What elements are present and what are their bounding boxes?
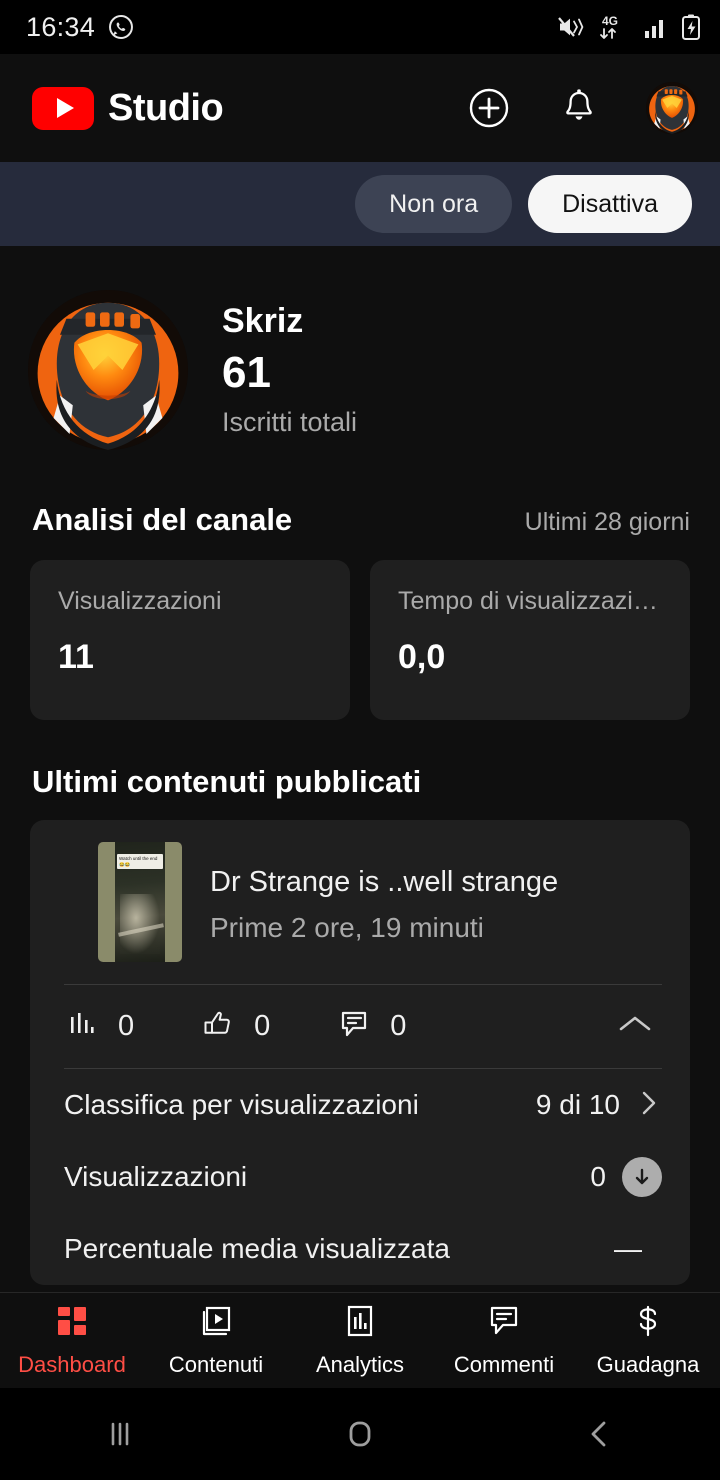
- create-icon[interactable]: [466, 85, 512, 131]
- nav-item-guadagna[interactable]: Guadagna: [576, 1303, 720, 1378]
- youtube-logo: [32, 86, 94, 130]
- detail-value: 9 di 10: [535, 1089, 620, 1120]
- stat-value: 0: [390, 1010, 407, 1042]
- metric-value: 11: [58, 638, 94, 676]
- channel-avatar-large[interactable]: [28, 290, 188, 450]
- disable-button[interactable]: Disattiva: [528, 175, 692, 233]
- status-time: 16:34: [26, 11, 96, 42]
- system-navigation-bar: [0, 1388, 720, 1480]
- dashboard-grid-icon: [54, 1303, 90, 1344]
- analytics-header: Analisi del canale Ultimi 28 giorni: [0, 484, 720, 560]
- video-subtitle: Prime 2 ore, 19 minuti: [210, 912, 484, 944]
- impressions-bars-icon: [66, 1007, 100, 1046]
- latest-content-header: Ultimi contenuti pubblicati: [0, 720, 720, 820]
- thumbnail-caption: Watch until the end 😂😂: [117, 854, 163, 870]
- detail-row-views[interactable]: Visualizzazioni 0: [30, 1141, 690, 1213]
- metric-label: Visualizzazioni: [58, 587, 222, 615]
- detail-label: Percentuale media visualizzata: [64, 1233, 450, 1264]
- comment-icon: [336, 1006, 372, 1047]
- latest-content-title: Ultimi contenuti pubblicati: [32, 764, 422, 799]
- video-meta: Dr Strange is ..well strange Prime 2 ore…: [210, 842, 660, 945]
- video-thumbnail[interactable]: Watch until the end 😂😂: [98, 842, 182, 962]
- metric-card-views[interactable]: Visualizzazioni 11: [30, 560, 350, 720]
- detail-label: Visualizzazioni: [64, 1161, 248, 1192]
- back-icon[interactable]: [480, 1413, 720, 1455]
- status-bar-right: 4G: [557, 12, 702, 42]
- nav-label: Commenti: [453, 1352, 555, 1377]
- app-title: Studio: [108, 86, 224, 129]
- stat-value: 0: [254, 1010, 271, 1042]
- subscriber-count: 61: [222, 348, 271, 398]
- channel-summary[interactable]: Skriz 61 Iscritti totali: [0, 246, 720, 484]
- metric-card-row: Visualizzazioni 11 Tempo di visualizzazi…: [0, 560, 720, 720]
- metric-value: 0,0: [398, 638, 446, 676]
- metric-label: Tempo di visualizzazi…: [398, 587, 658, 615]
- stat-impressions[interactable]: 0: [66, 1007, 134, 1046]
- channel-text-block: Skriz 61 Iscritti totali: [222, 300, 357, 440]
- channel-avatar[interactable]: [646, 82, 698, 134]
- detail-row-avg-percentage[interactable]: Percentuale media visualizzata —: [30, 1213, 690, 1285]
- nav-label: Analytics: [315, 1352, 405, 1377]
- channel-name: Skriz: [222, 301, 304, 340]
- thumbs-up-icon: [200, 1006, 236, 1047]
- video-title: Dr Strange is ..well strange: [210, 866, 559, 898]
- chevron-up-icon[interactable]: [608, 1005, 662, 1048]
- analytics-title: Analisi del canale: [32, 502, 293, 537]
- detail-value: 0: [590, 1161, 606, 1192]
- dollar-icon: [630, 1303, 666, 1344]
- nav-label: Dashboard: [18, 1352, 126, 1377]
- nav-item-commenti[interactable]: Commenti: [432, 1303, 576, 1378]
- nav-item-contenuti[interactable]: Contenuti: [144, 1303, 288, 1378]
- arrow-down-badge: [622, 1157, 662, 1197]
- dashboard-scroll-area[interactable]: Skriz 61 Iscritti totali Analisi del can…: [0, 246, 720, 1442]
- brand-lockup[interactable]: Studio: [32, 86, 466, 130]
- home-icon[interactable]: [240, 1413, 480, 1455]
- bottom-navigation: Dashboard Contenuti Analytics Commenti G…: [0, 1292, 720, 1388]
- bell-icon[interactable]: [556, 85, 602, 131]
- not-now-button[interactable]: Non ora: [355, 175, 513, 233]
- battery-charging-icon: [680, 13, 702, 41]
- video-row[interactable]: Watch until the end 😂😂 Dr Strange is ..w…: [30, 842, 690, 962]
- app-header: Studio: [0, 54, 720, 162]
- stat-value: 0: [118, 1010, 135, 1042]
- status-bar: 16:34 4G: [0, 0, 720, 54]
- video-stats-row: 0 0 0: [30, 985, 690, 1068]
- nav-item-dashboard[interactable]: Dashboard: [0, 1303, 144, 1378]
- stat-comments[interactable]: 0: [336, 1006, 406, 1047]
- detail-row-ranking[interactable]: Classifica per visualizzazioni 9 di 10: [30, 1069, 690, 1141]
- whatsapp-icon: [107, 13, 135, 41]
- analytics-period[interactable]: Ultimi 28 giorni: [525, 508, 690, 537]
- detail-label: Classifica per visualizzazioni: [64, 1089, 419, 1120]
- signal-bars-icon: [643, 14, 669, 40]
- status-bar-left: 16:34: [26, 12, 557, 43]
- stat-likes[interactable]: 0: [200, 1006, 270, 1047]
- phone-screen: 16:34 4G Studio Non ora Disattiva Skriz …: [0, 0, 720, 1480]
- metric-card-watchtime[interactable]: Tempo di visualizzazi… 0,0: [370, 560, 690, 720]
- nav-label: Guadagna: [596, 1352, 700, 1377]
- svg-text:4G: 4G: [602, 14, 618, 28]
- detail-value: —: [614, 1233, 642, 1264]
- chevron-right-icon[interactable]: [636, 1088, 662, 1123]
- recents-icon[interactable]: [0, 1413, 240, 1455]
- nav-label: Contenuti: [168, 1352, 264, 1377]
- app-header-actions: [466, 82, 698, 134]
- notification-banner: Non ora Disattiva: [0, 162, 720, 246]
- video-stack-icon: [198, 1303, 234, 1344]
- comment-icon: [486, 1303, 522, 1344]
- bar-chart-icon: [342, 1303, 378, 1344]
- video-card[interactable]: Watch until the end 😂😂 Dr Strange is ..w…: [30, 820, 690, 1285]
- 4g-data-icon: 4G: [598, 12, 632, 42]
- mute-vibrate-icon: [557, 14, 587, 40]
- nav-item-analytics[interactable]: Analytics: [288, 1303, 432, 1378]
- subscriber-label: Iscritti totali: [222, 406, 358, 437]
